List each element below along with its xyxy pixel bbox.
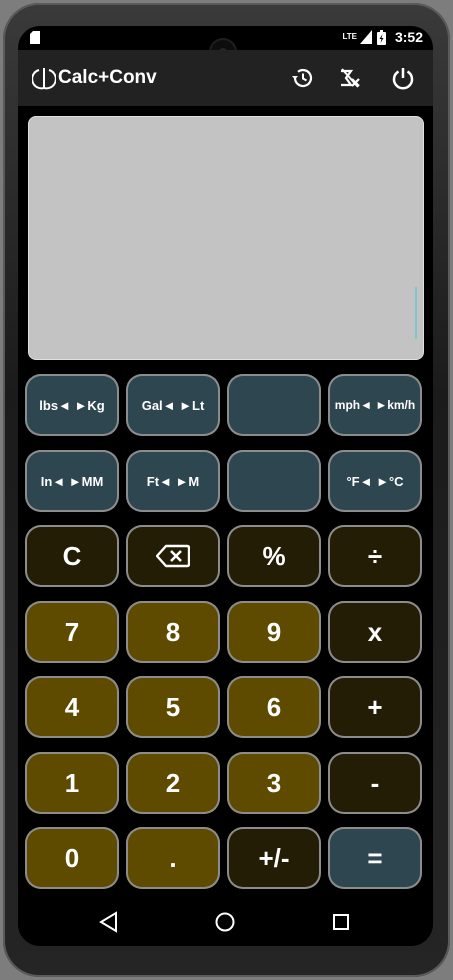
digit-9-button[interactable]: 9 — [227, 601, 321, 663]
system-nav-bar — [18, 896, 433, 946]
back-nav-icon[interactable] — [98, 911, 120, 933]
mph-kmh-button[interactable]: mph◄ ►km/h — [328, 374, 422, 436]
backspace-button[interactable] — [126, 525, 220, 587]
plus-minus-button[interactable]: +/- — [227, 827, 321, 889]
lbs-kg-button[interactable]: lbs◄ ►Kg — [25, 374, 119, 436]
clear-history-icon — [341, 68, 360, 88]
digit-0-button[interactable]: 0 — [25, 827, 119, 889]
digit-5-button[interactable]: 5 — [126, 676, 220, 738]
clear-button[interactable]: C — [25, 525, 119, 587]
ft-m-button[interactable]: Ft◄ ►M — [126, 450, 220, 512]
battery-charging-icon — [376, 29, 386, 45]
blank-conversion-button-2[interactable] — [227, 450, 321, 512]
sd-card-icon — [30, 31, 40, 44]
app-title: Calc+Conv — [58, 67, 157, 88]
minus-button[interactable]: - — [328, 752, 422, 814]
digit-6-button[interactable]: 6 — [227, 676, 321, 738]
home-nav-icon[interactable] — [214, 911, 236, 933]
blank-conversion-button-1[interactable] — [227, 374, 321, 436]
recents-nav-icon[interactable] — [330, 911, 352, 933]
calculator-display[interactable] — [28, 116, 424, 360]
digit-4-button[interactable]: 4 — [25, 676, 119, 738]
clear-history-button[interactable] — [335, 63, 365, 93]
calculator-logo-icon — [32, 68, 56, 90]
history-button[interactable] — [287, 63, 317, 93]
percent-button[interactable]: % — [227, 525, 321, 587]
power-icon — [392, 68, 414, 90]
digit-3-button[interactable]: 3 — [227, 752, 321, 814]
divide-button[interactable]: ÷ — [328, 525, 422, 587]
in-mm-button[interactable]: In◄ ►MM — [25, 450, 119, 512]
clock: 3:52 — [394, 29, 423, 45]
signal-icon — [359, 30, 372, 44]
backspace-icon — [156, 544, 190, 568]
equals-button[interactable]: = — [328, 827, 422, 889]
network-type-label: LTE — [342, 32, 357, 41]
display-scrollbar[interactable] — [415, 287, 417, 339]
plus-button[interactable]: + — [328, 676, 422, 738]
history-icon — [292, 68, 313, 88]
gal-lt-button[interactable]: Gal◄ ►Lt — [126, 374, 220, 436]
power-button[interactable] — [388, 63, 418, 93]
digit-8-button[interactable]: 8 — [126, 601, 220, 663]
digit-1-button[interactable]: 1 — [25, 752, 119, 814]
multiply-button[interactable]: x — [328, 601, 422, 663]
fahrenheit-celsius-button[interactable]: °F◄ ►°C — [328, 450, 422, 512]
decimal-button[interactable]: . — [126, 827, 220, 889]
app-bar: Calc+Conv — [18, 50, 433, 106]
digit-7-button[interactable]: 7 — [25, 601, 119, 663]
phone-screen: LTE 3:52 Calc+Conv lbs◄ ►Kg Gal◄ ►Lt mph… — [18, 26, 433, 946]
digit-2-button[interactable]: 2 — [126, 752, 220, 814]
